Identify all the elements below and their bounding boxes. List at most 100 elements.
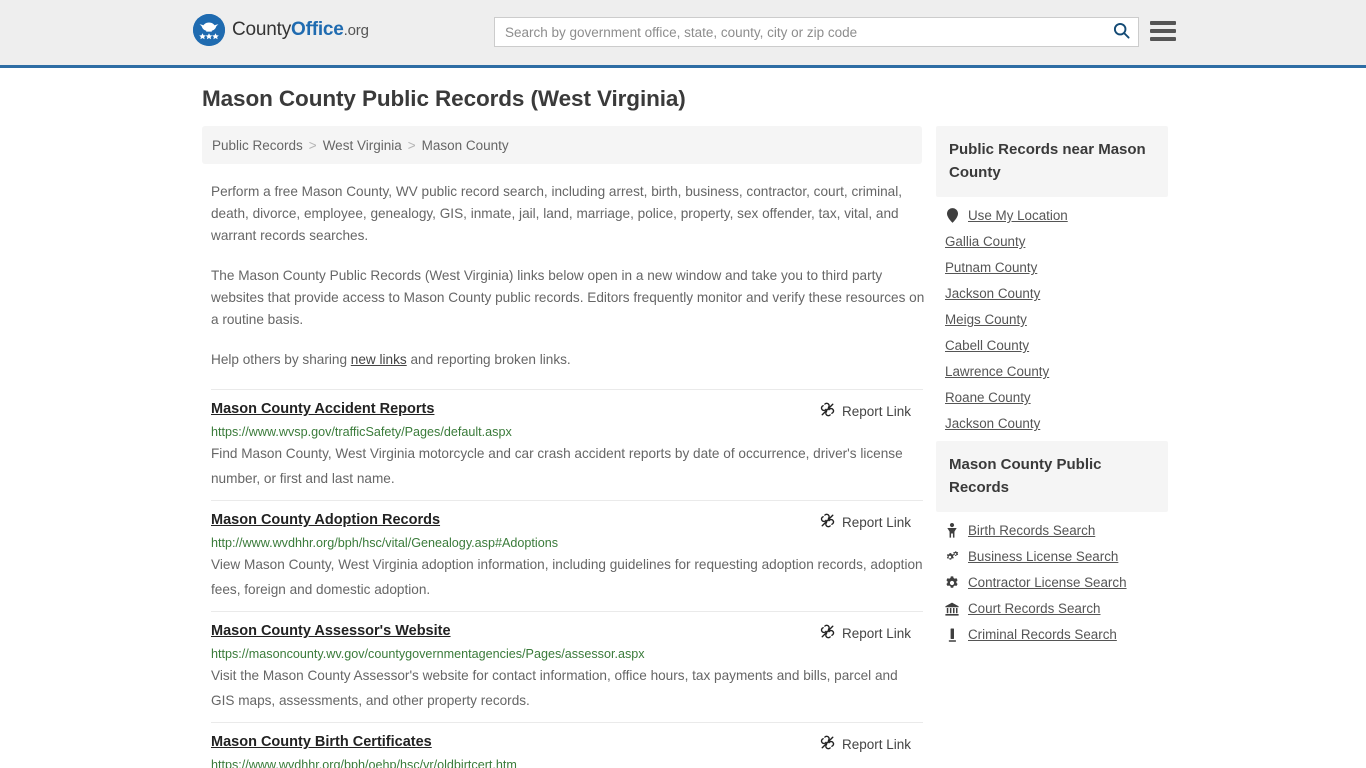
sidebar-list-item: Cabell County [936,327,1168,353]
sidebar-list-item: Gallia County [936,223,1168,249]
record-description: Find Mason County, West Virginia motorcy… [211,446,903,486]
record-header: Mason County Adoption Records Report Link [211,512,923,531]
gear-icon [945,575,959,590]
sidebar-list-item: Jackson County [936,275,1168,301]
sidebar-link[interactable]: Court Records Search [968,601,1100,616]
record-item: Mason County Adoption Records Report Link… [211,500,923,611]
report-link-button[interactable]: Report Link [820,513,923,531]
hamburger-menu-button[interactable] [1150,18,1176,44]
page-title: Mason County Public Records (West Virgin… [202,86,686,111]
report-link-label: Report Link [841,403,911,419]
intro-paragraph-1: Perform a free Mason County, WV public r… [211,184,903,243]
record-title-link[interactable]: Mason County Birth Certificates [211,734,432,750]
sidebar-link[interactable]: Birth Records Search [968,523,1095,538]
breadcrumb-item-mason-county: Mason County [421,137,509,153]
sidebar-link[interactable]: Gallia County [945,234,1025,249]
record-url-link[interactable]: https://www.wvdhhr.org/bph/oehp/hsc/vr/o… [211,758,923,768]
breadcrumb-separator: > [308,137,317,153]
report-link-button[interactable]: Report Link [820,402,923,420]
sidebar-list-item: Lawrence County [936,353,1168,379]
record-header: Mason County Birth Certificates Report Li… [211,734,923,753]
sidebar-nearby-heading: Public Records near Mason County [936,126,1168,197]
sidebar-link[interactable]: Roane County [945,390,1031,405]
record-description: Visit the Mason County Assessor's websit… [211,668,898,708]
report-link-label: Report Link [841,736,911,752]
sidebar-link[interactable]: Use My Location [968,208,1068,223]
breadcrumb-item-public-records[interactable]: Public Records [212,138,303,153]
search-button[interactable] [1104,18,1138,46]
breadcrumb-separator: > [407,137,416,153]
sidebar-nearby-box: Public Records near Mason County Use My … [936,126,1168,431]
sidebar-link[interactable]: Putnam County [945,260,1037,275]
report-link-label: Report Link [841,514,911,530]
sidebar-list-item: Contractor License Search [936,564,1168,590]
menu-bar-2 [1150,29,1176,33]
menu-bar-3 [1150,37,1176,41]
sidebar-list-item: Putnam County [936,249,1168,275]
breadcrumb-item-west-virginia[interactable]: West Virginia [323,138,402,153]
sidebar-list-item: Roane County [936,379,1168,405]
record-list: Mason County Accident Reports Report Link… [211,389,923,768]
sidebar-link[interactable]: Lawrence County [945,364,1049,379]
report-link-button[interactable]: Report Link [820,735,923,753]
eagle-seal-logo-icon [193,14,225,46]
search-icon [1113,22,1130,42]
new-links-link[interactable]: new links [351,352,407,367]
breadcrumb: Public Records > West Virginia > Mason C… [202,126,922,164]
map-pin-icon [945,208,959,223]
record-header: Mason County Accident Reports Report Link [211,401,923,420]
sidebar-nearby-list: Use My Location Gallia County Putnam Count… [936,197,1168,431]
site-brand-text: CountyOffice.org [232,19,369,41]
broken-link-icon [820,624,835,642]
sidebar-link[interactable]: Business License Search [968,549,1118,564]
menu-bar-1 [1150,21,1176,25]
record-description: View Mason County, West Virginia adoptio… [211,557,923,597]
sidebar-link[interactable]: Criminal Records Search [968,627,1117,642]
sidebar-link[interactable]: Cabell County [945,338,1029,353]
sidebar-records-list: Birth Records Search Business License Sea… [936,512,1168,642]
broken-link-icon [820,402,835,420]
sidebar-list-item: Meigs County [936,301,1168,327]
brand-part-county: County [232,19,292,40]
broken-link-icon [820,513,835,531]
record-item: Mason County Birth Certificates Report Li… [211,722,923,768]
record-url-link[interactable]: http://www.wvdhhr.org/bph/hsc/vital/Gene… [211,536,923,550]
page-body: Mason County Public Records (West Virgin… [0,68,1366,768]
sidebar-list-item: Business License Search [936,538,1168,564]
sidebar-link[interactable]: Jackson County [945,416,1040,431]
sidebar-list-item: Use My Location [936,197,1168,223]
record-title-link[interactable]: Mason County Adoption Records [211,512,440,528]
intro-paragraph-2: The Mason County Public Records (West Vi… [211,268,925,327]
site-header: CountyOffice.org [0,0,1366,68]
site-logo-link[interactable]: CountyOffice.org [193,14,369,46]
main-content: Public Records > West Virginia > Mason C… [202,126,924,768]
report-link-button[interactable]: Report Link [820,624,923,642]
sidebar-records-box: Mason County Public Records Birth Record… [936,441,1168,642]
sidebar-list-item: Criminal Records Search [936,616,1168,642]
sidebar-link[interactable]: Jackson County [945,286,1040,301]
sidebar: Public Records near Mason County Use My … [936,126,1168,768]
record-item: Mason County Assessor's Website Report Li… [211,611,923,722]
child-icon [945,523,959,538]
intro-paragraph-3: Help others by sharing new links and rep… [211,349,927,371]
record-url-link[interactable]: https://masoncounty.wv.gov/countygovernm… [211,647,923,661]
cogs-icon [945,550,959,564]
intro-text: Perform a free Mason County, WV public r… [211,181,927,371]
intro-share-suffix: and reporting broken links. [406,352,571,367]
sidebar-list-item: Birth Records Search [936,512,1168,538]
sidebar-list-item: Jackson County [936,405,1168,431]
bank-icon [945,602,959,616]
brand-part-org: .org [343,22,369,39]
report-link-label: Report Link [841,625,911,641]
sidebar-link[interactable]: Meigs County [945,312,1027,327]
search-input[interactable] [495,18,1104,46]
gavel-icon [945,628,959,642]
record-url-link[interactable]: https://www.wvsp.gov/trafficSafety/Pages… [211,425,923,439]
broken-link-icon [820,735,835,753]
sidebar-link[interactable]: Contractor License Search [968,575,1127,590]
record-title-link[interactable]: Mason County Accident Reports [211,401,434,417]
record-title-link[interactable]: Mason County Assessor's Website [211,623,451,639]
sidebar-list-item: Court Records Search [936,590,1168,616]
record-item: Mason County Accident Reports Report Link… [211,389,923,500]
record-header: Mason County Assessor's Website Report Li… [211,623,923,642]
